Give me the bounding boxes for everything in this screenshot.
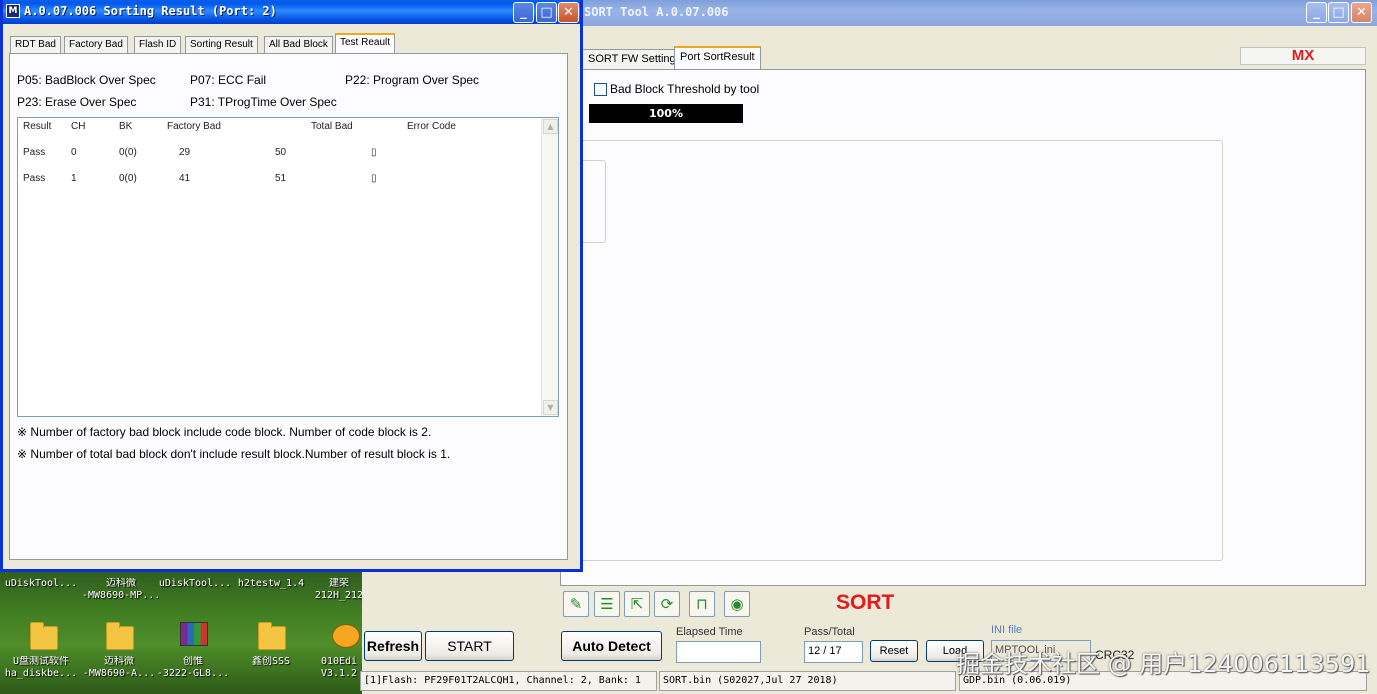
column-header-total-bad[interactable]: Total Bad [311,121,353,132]
column-header-result[interactable]: Result [23,121,51,132]
status-flash: [1]Flash: PF29F01T2ALCQH1, Channel: 2, B… [360,671,657,691]
table-cell: 0(0) [119,173,137,184]
elapsed-time-field [676,641,761,663]
sort-mode-label: SORT [836,591,895,614]
note-symbol: ※ [17,425,28,439]
lock-icon[interactable]: ⊓ [689,591,715,617]
desktop-label[interactable]: 建荣 212H_212 [300,578,362,602]
table-cell: 41 [179,173,191,184]
note-total-bad: ※ Number of total bad block don't includ… [17,447,450,461]
folder-icon[interactable] [258,622,286,650]
maximize-button[interactable]: □ [1328,2,1349,23]
table-cell: ▯ [371,147,377,158]
archive-icon[interactable] [180,622,208,646]
bad-block-threshold-label: Bad Block Threshold by tool [610,82,760,96]
list-icon[interactable]: ☰ [594,591,620,617]
table-cell: ▯ [371,173,377,184]
dialog-title-bar[interactable]: M A.0.07.006 Sorting Result (Port: 2) _ … [3,0,580,24]
desktop-icon-label[interactable]: 迈科微 -MW8690-A... [80,656,158,680]
scroll-down-icon[interactable]: ▼ [543,400,558,415]
folder-icon[interactable] [30,622,58,650]
minimize-button[interactable]: _ [1306,2,1327,23]
folder-icon[interactable] [106,622,134,650]
main-window-title: SORT Tool A.0.07.006 [584,5,729,19]
table-cell: 1 [71,173,77,184]
result-table[interactable]: Result CH BK Factory Bad Total Bad Error… [17,117,559,417]
maximize-button[interactable]: □ [536,2,557,23]
port-group-box [560,140,1223,561]
start-button[interactable]: START [425,631,514,661]
app-icon: M [6,4,20,18]
auto-detect-button[interactable]: Auto Detect [561,631,662,661]
table-cell: 50 [275,147,287,158]
tab-factory-bad[interactable]: Factory Bad [64,36,128,54]
tab-port-sortresult[interactable]: Port SortResult [674,46,761,70]
stop-icon[interactable]: ◉ [724,591,750,617]
tab-test-result[interactable]: Test Reault [335,33,396,54]
tab-sort-fw-setting[interactable]: SORT FW Setting [582,49,682,70]
desktop-label[interactable]: h2testw_1.4 [232,578,310,590]
note-text: Number of factory bad block include code… [30,425,432,439]
desktop: uDiskTool... 迈科微 -MW8690-MP... uDiskTool… [0,570,362,694]
table-cell: 51 [275,173,287,184]
vertical-scrollbar[interactable]: ▲ ▼ [541,118,558,416]
pin-icon[interactable]: ✎ [563,591,589,617]
desktop-icon-label[interactable]: 010Edi V3.1.2 [300,656,362,680]
bad-block-threshold-checkbox[interactable] [594,83,607,96]
progress-bar: 100% [589,104,743,123]
desktop-icon-label[interactable]: 鑫创SSS [232,656,310,668]
table-cell: 0(0) [119,147,137,158]
error-code-p07: P07: ECC Fail [190,73,267,87]
sort-tool-window: SORT Tool A.0.07.006 _ □ ✕ SORT FW Setti… [560,0,1377,694]
scroll-up-icon[interactable]: ▲ [543,119,558,134]
pass-total-label: Pass/Total [804,626,855,638]
tab-flash-id[interactable]: Flash ID [134,36,182,54]
desktop-label[interactable]: uDiskTool... [2,578,80,590]
reset-button[interactable]: Reset [870,640,918,662]
close-button[interactable]: ✕ [1351,2,1372,23]
elapsed-time-label: Elapsed Time [676,626,743,638]
column-header-ch[interactable]: CH [71,121,85,132]
close-button[interactable]: ✕ [558,2,579,23]
note-text: Number of total bad block don't include … [30,447,451,461]
error-code-p22: P22: Program Over Spec [345,73,480,87]
table-cell: Pass [23,173,46,184]
note-symbol: ※ [17,447,28,461]
pass-total-field: 12 / 17 [804,641,863,663]
desktop-icon-label[interactable]: U盘测试软件 ha_diskbe... [2,656,80,680]
tab-all-bad-block[interactable]: All Bad Block [264,36,333,54]
main-title-bar[interactable]: SORT Tool A.0.07.006 _ □ ✕ [560,0,1377,26]
desktop-label[interactable]: uDiskTool... [156,578,234,590]
refresh-icon[interactable]: ⟳ [654,591,680,617]
sorting-result-dialog: M A.0.07.006 Sorting Result (Port: 2) _ … [0,0,583,572]
minimize-button[interactable]: _ [513,2,534,23]
ini-file-label: INI file [991,624,1023,636]
tab-rdt-bad[interactable]: RDT Bad [10,36,61,54]
hex-editor-icon[interactable] [332,624,360,648]
tab-sorting-result[interactable]: Sorting Result [185,36,258,54]
status-sort-bin: SORT.bin (S02027,Jul 27 2018) [659,671,956,691]
column-header-error-code[interactable]: Error Code [407,121,456,132]
brand-label: MX [1240,47,1366,65]
refresh-button[interactable]: Refresh [364,631,422,661]
watermark-text: 掘金技术社区 @ 用户124006113591 [956,650,1371,678]
desktop-label[interactable]: 迈科微 -MW8690-MP... [82,578,160,602]
table-cell: Pass [23,147,46,158]
arrow-icon[interactable]: ⇱ [624,591,650,617]
column-header-factory-bad[interactable]: Factory Bad [167,121,221,132]
table-cell: 29 [179,147,191,158]
note-factory-bad: ※ Number of factory bad block include co… [17,425,431,439]
error-code-p05: P05: BadBlock Over Spec [17,73,156,87]
column-header-bk[interactable]: BK [119,121,132,132]
table-cell: 0 [71,147,77,158]
error-code-p31: P31: TProgTime Over Spec [190,95,337,109]
desktop-icon-label[interactable]: 创惟 -3222-GL8... [154,656,232,680]
dialog-title: A.0.07.006 Sorting Result (Port: 2) [24,4,277,18]
error-code-p23: P23: Erase Over Spec [17,95,137,109]
